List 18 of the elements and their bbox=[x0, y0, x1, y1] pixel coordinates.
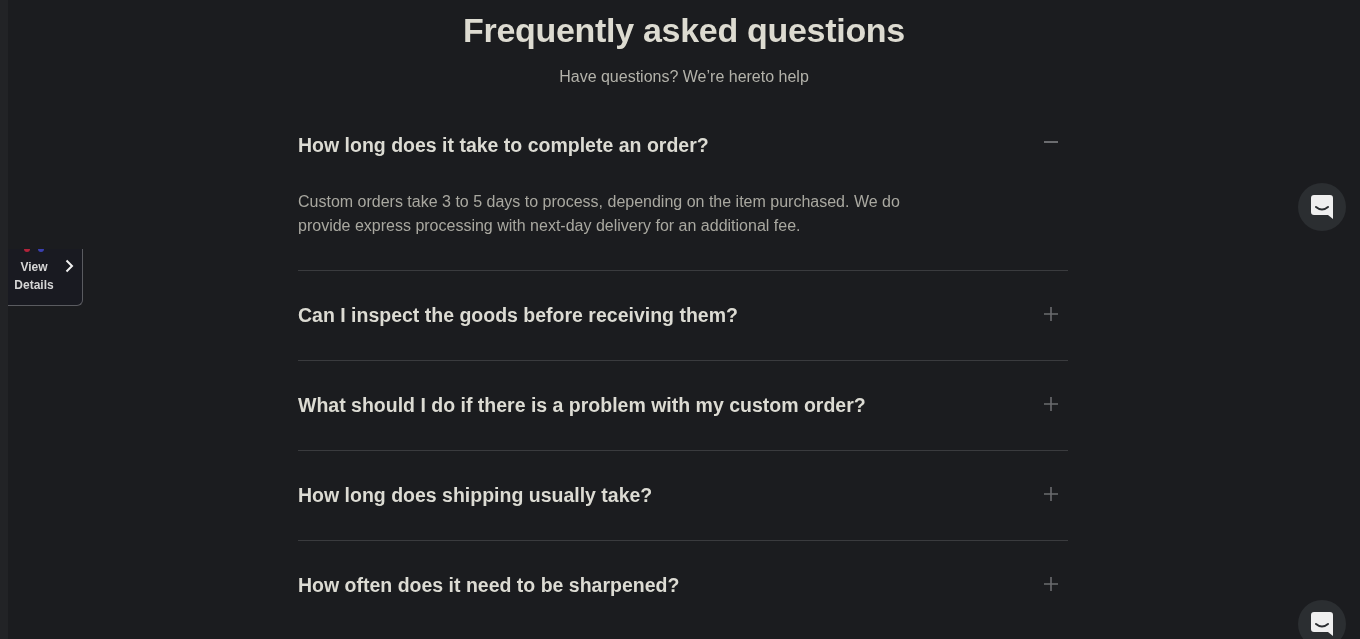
view-details-tab[interactable]: View Details bbox=[8, 249, 83, 306]
faq-question[interactable]: What should I do if there is a problem with my custom order? bbox=[298, 361, 1068, 450]
faq-answer: Custom orders take 3 to 5 days to process, depending on the item purchased. We do provide express processing with next-day delivery for an additional fee. bbox=[298, 192, 901, 236]
minus-icon bbox=[1044, 140, 1058, 143]
page-subtitle: Have questions? We’re hereto help bbox=[559, 67, 809, 87]
plus-icon bbox=[1044, 396, 1058, 411]
faq-question[interactable]: How long does shipping usually take? bbox=[298, 451, 1068, 540]
plus-icon bbox=[1044, 306, 1058, 321]
plus-icon bbox=[1044, 576, 1058, 591]
faq-question[interactable]: How long does it take to complete an order? bbox=[298, 101, 1068, 190]
page-title: Frequently asked questions bbox=[463, 10, 905, 51]
dots-icon bbox=[24, 249, 44, 252]
chevron-right-icon bbox=[65, 259, 74, 273]
chat-bubble-icon bbox=[1311, 195, 1333, 219]
plus-icon bbox=[1044, 486, 1058, 501]
chat-bubble-icon bbox=[1311, 612, 1333, 636]
faq-question[interactable]: How often does it need to be sharpened? bbox=[298, 541, 1068, 630]
faq-question[interactable]: Can I inspect the goods before receiving them? bbox=[298, 271, 1068, 360]
